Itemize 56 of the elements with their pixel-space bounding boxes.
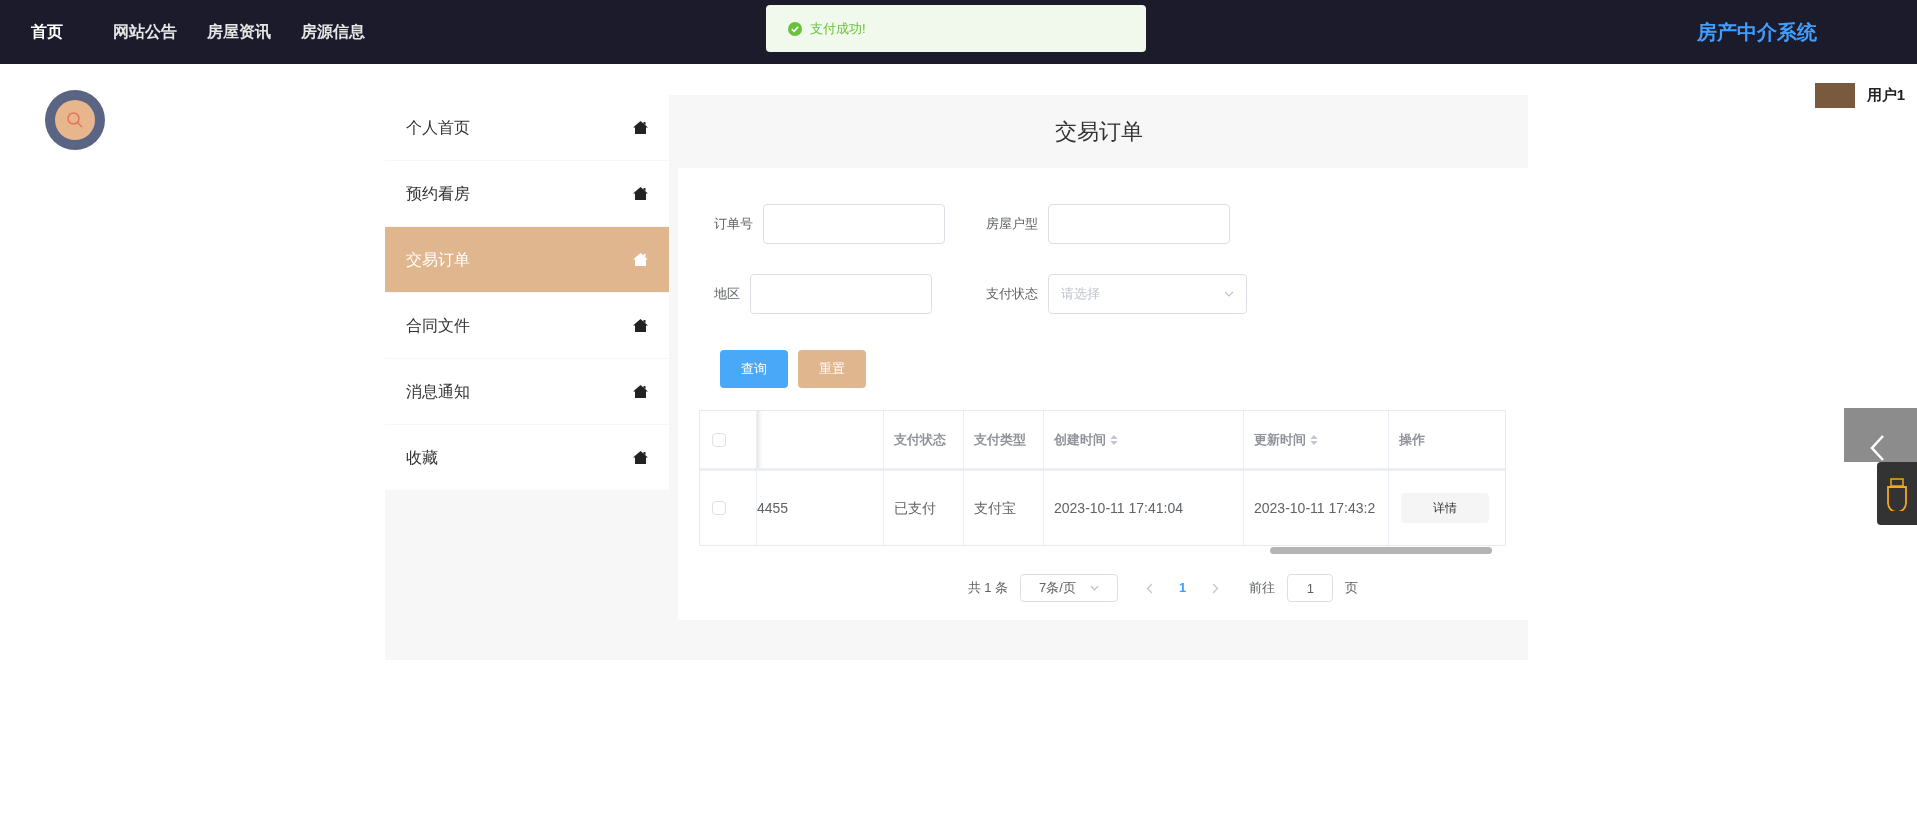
sidebar-item[interactable]: 个人首页 — [385, 95, 669, 160]
table-cell-text: 2023-10-11 17:43:2 — [1254, 498, 1376, 518]
chevron-left-icon — [1868, 434, 1885, 462]
table-cell-text: 4455 — [757, 498, 789, 518]
check-circle-icon — [788, 21, 802, 36]
house-icon — [633, 451, 648, 464]
field-label: 地区 — [714, 285, 740, 304]
page-input[interactable]: 1 — [1287, 574, 1334, 602]
usb-tab[interactable] — [1877, 462, 1917, 525]
table-cell-text: 2023-10-11 17:41:04 — [1054, 498, 1183, 518]
nav-link[interactable]: 首页 — [31, 20, 63, 44]
total-count: 共 1 条 — [967, 579, 1009, 598]
house-icon — [633, 385, 648, 398]
house-icon — [633, 253, 648, 266]
column-header: 支付状态 — [894, 430, 946, 449]
house-icon — [633, 187, 648, 200]
sidebar-item[interactable]: 收藏 — [385, 425, 669, 490]
chevron-down-icon — [1090, 585, 1100, 591]
column-header: 操作 — [1399, 430, 1425, 449]
sidebar-item[interactable]: 预约看房 — [385, 161, 669, 226]
sort-icon — [1110, 433, 1118, 446]
table-cell-text: 已支付 — [894, 498, 936, 518]
prev-page-icon[interactable] — [1146, 582, 1154, 594]
text-field[interactable] — [750, 274, 932, 314]
search-icon — [66, 111, 84, 129]
checkbox[interactable] — [712, 432, 726, 447]
details-button[interactable]: 详情 — [1401, 493, 1489, 523]
site-title: 房产中介系统 — [1697, 20, 1817, 45]
field-label: 房屋户型 — [986, 215, 1038, 234]
house-icon — [633, 319, 648, 332]
page-suffix: 页 — [1345, 579, 1359, 598]
next-page-icon[interactable] — [1212, 582, 1220, 594]
goto-label: 前往 — [1249, 579, 1276, 598]
page-title: 交易订单 — [1053, 118, 1144, 146]
usb-icon — [1886, 476, 1908, 511]
table-cell-text: 支付宝 — [974, 498, 1016, 518]
nav-link[interactable]: 网站公告 — [113, 20, 177, 44]
search-button[interactable] — [45, 90, 105, 150]
username[interactable]: 用户1 — [1866, 84, 1905, 107]
sidebar-item[interactable]: 消息通知 — [385, 359, 669, 424]
checkbox[interactable] — [712, 501, 726, 515]
house-icon — [633, 121, 648, 134]
page-size-select[interactable]: 7条/页 — [1020, 574, 1119, 602]
field-label: 支付状态 — [986, 285, 1038, 304]
avatar-photo-placeholder — [1814, 83, 1855, 108]
field-label: 订单号 — [714, 215, 753, 234]
nav-link[interactable]: 房屋资讯 — [207, 20, 271, 44]
sort-icon — [1310, 433, 1318, 446]
column-header: 支付类型 — [974, 430, 1026, 449]
chevron-down-icon — [1224, 291, 1234, 297]
sidebar-item[interactable]: 合同文件 — [385, 293, 669, 358]
scrollbar-thumb[interactable] — [1270, 546, 1492, 554]
text-field[interactable] — [1048, 204, 1230, 244]
toast-message: 支付成功! — [810, 19, 866, 38]
text-field[interactable] — [763, 204, 945, 244]
nav-link[interactable]: 房源信息 — [301, 20, 365, 44]
